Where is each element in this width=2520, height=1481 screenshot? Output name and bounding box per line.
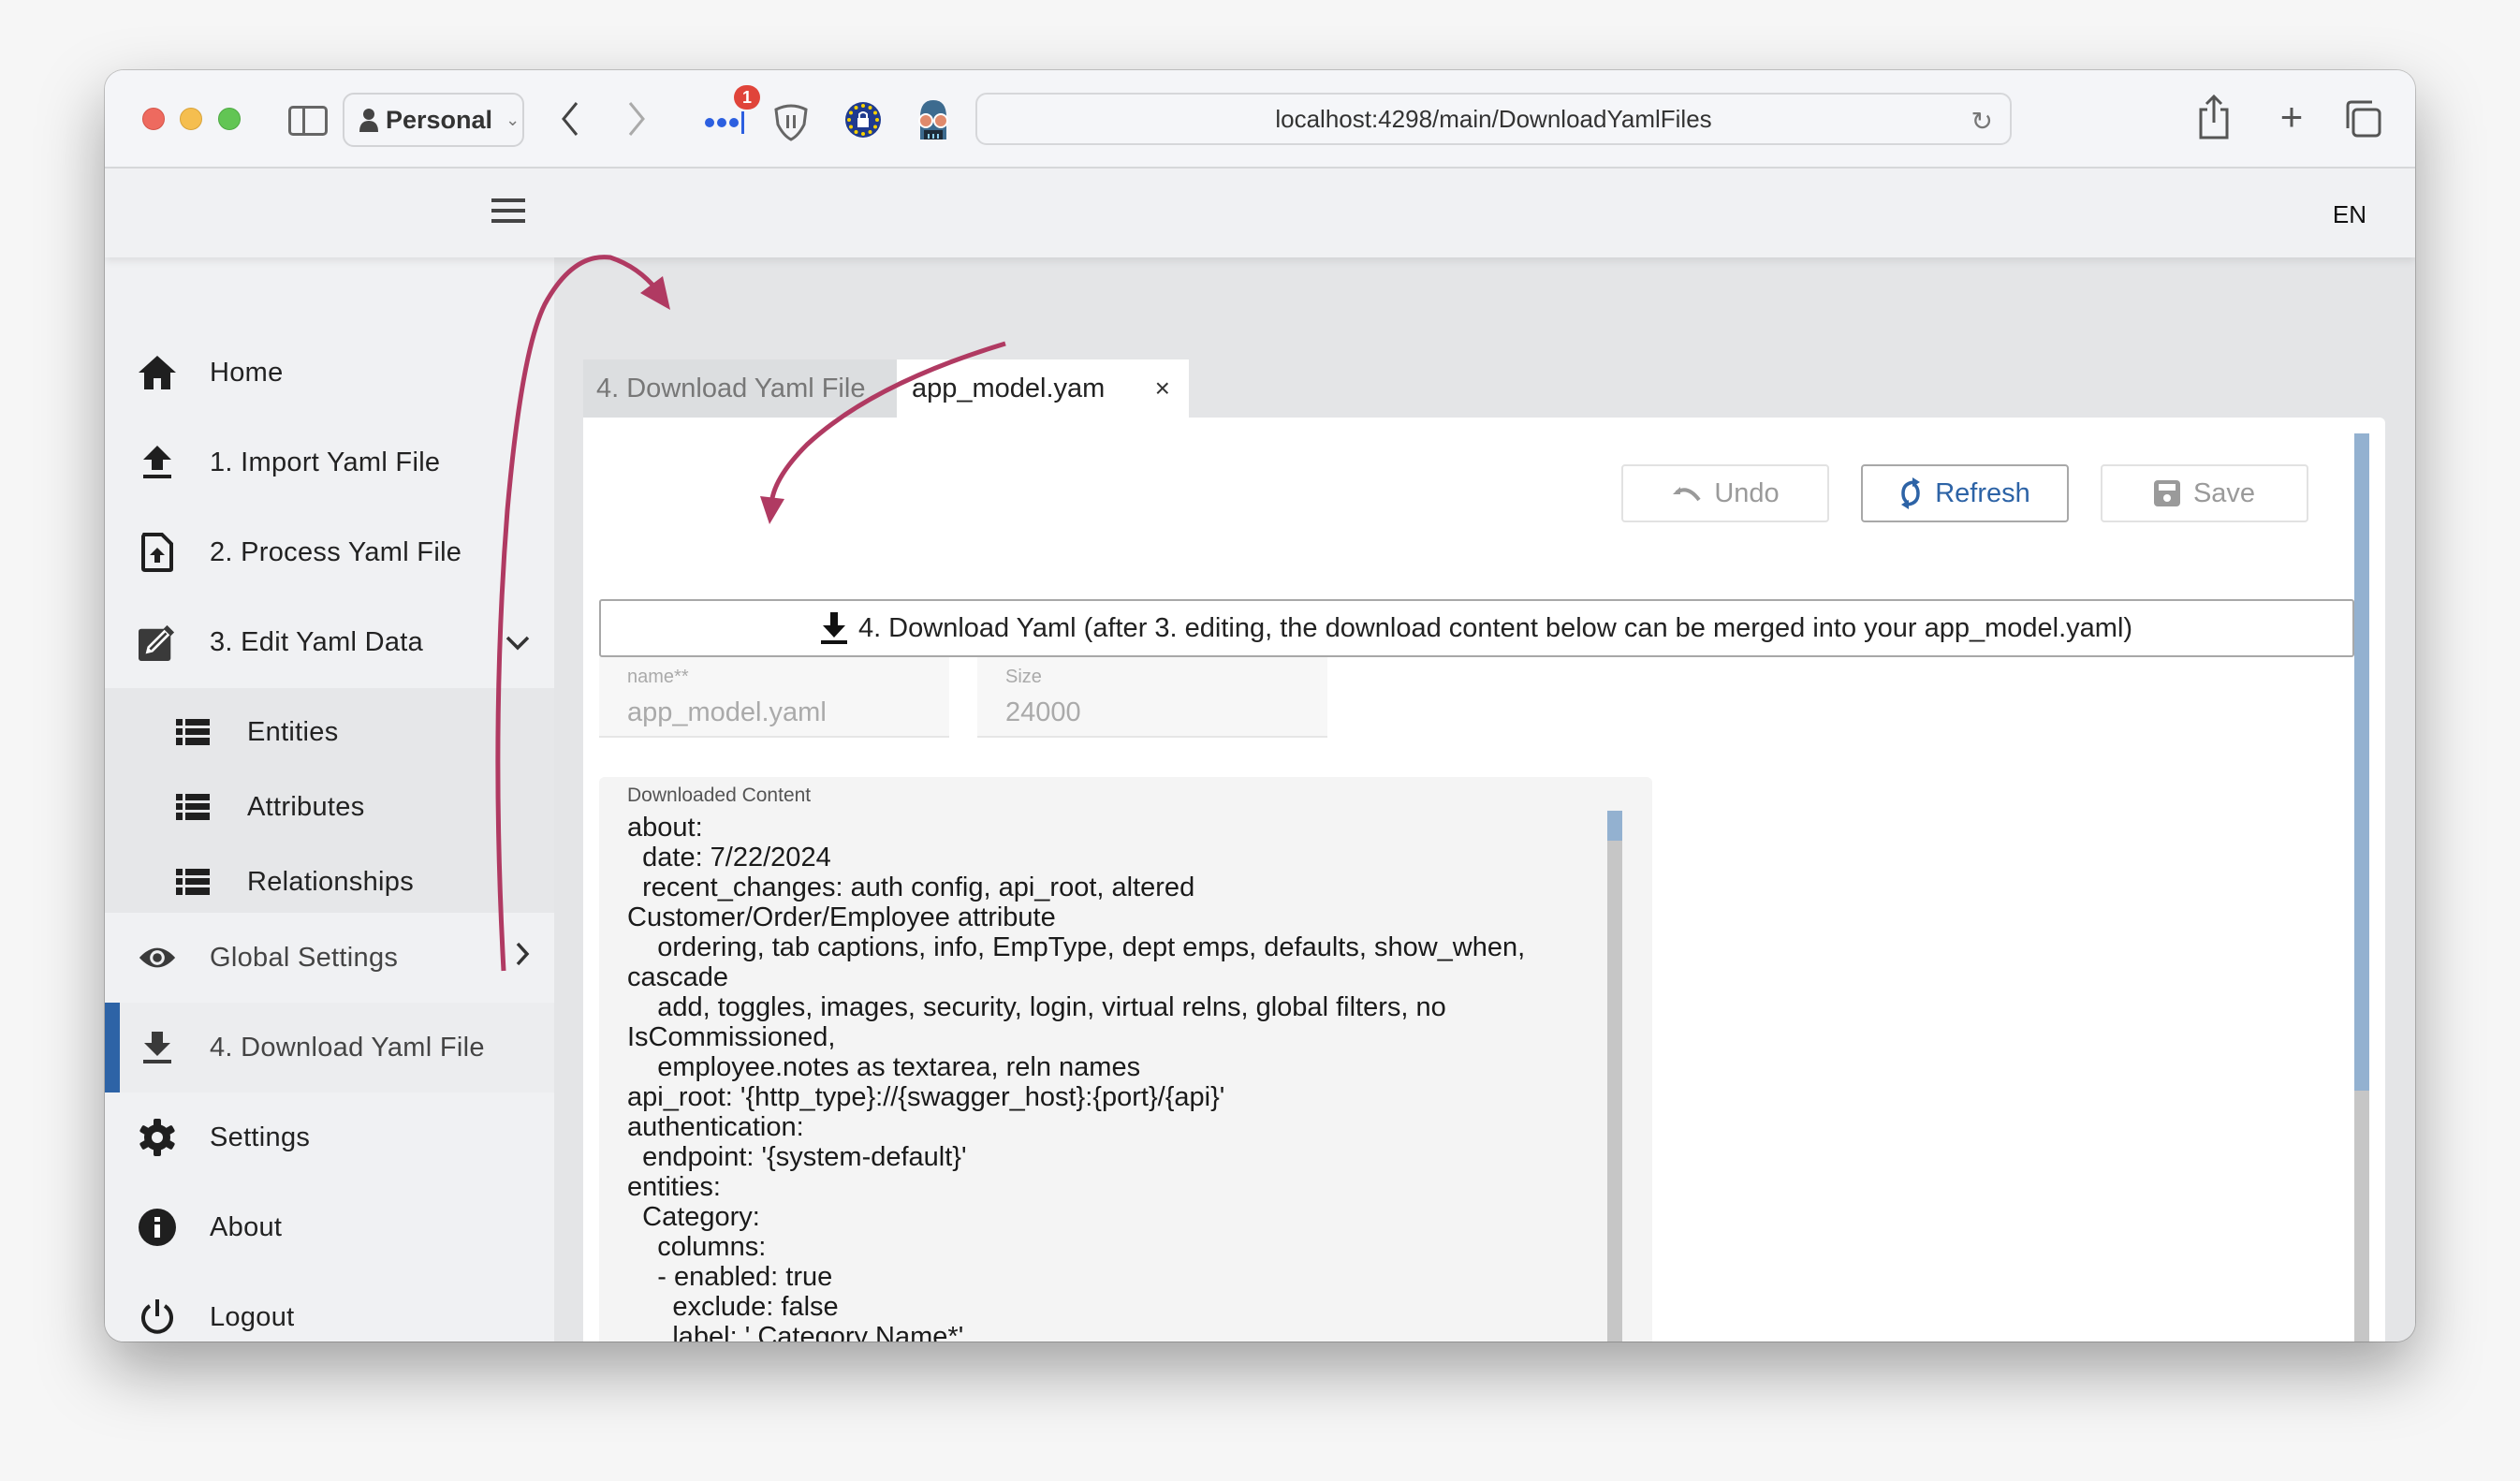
tab-download-yaml-file[interactable]: 4. Download Yaml File	[583, 359, 897, 418]
sidebar-item-about[interactable]: About	[105, 1182, 554, 1272]
maximize-window-button[interactable]	[218, 108, 241, 130]
save-icon	[2153, 480, 2180, 506]
chevron-down-icon: ⌄	[505, 110, 520, 129]
tab-label: app_model.yam	[912, 373, 1106, 403]
info-icon	[139, 1209, 176, 1246]
list-icon	[174, 713, 212, 751]
size-field-label: Size	[1005, 667, 1042, 687]
back-icon[interactable]	[556, 98, 584, 139]
panel-scrollbar[interactable]	[2354, 433, 2369, 1342]
sidebar-item-settings[interactable]: Settings	[105, 1092, 554, 1182]
browser-window: Personal ⌄ 1 localhost:4298/main/Downloa…	[105, 70, 2415, 1342]
sidebar-item-import-yaml[interactable]: 1. Import Yaml File	[105, 418, 554, 507]
sidebar-item-attributes[interactable]: Attributes	[105, 770, 554, 844]
gear-icon	[139, 1119, 176, 1156]
sidebar-item-process-yaml[interactable]: 2. Process Yaml File	[105, 507, 554, 597]
sidebar-item-global-settings[interactable]: Global Settings	[105, 913, 554, 1003]
upload-icon	[139, 444, 176, 481]
sidebar-item-entities[interactable]: Entities	[105, 695, 554, 770]
tab-label: 4. Download Yaml File	[596, 373, 866, 403]
close-icon[interactable]: ×	[1155, 374, 1170, 403]
main-content: 4. Download Yaml File app_model.yam × Un…	[554, 257, 2415, 1342]
shield-pause-icon[interactable]	[772, 102, 810, 141]
downloaded-content-text: about: date: 7/22/2024 recent_changes: a…	[627, 813, 1526, 1342]
person-icon	[359, 109, 378, 132]
refresh-button[interactable]: Refresh	[1861, 464, 2069, 522]
eu-lock-icon[interactable]	[844, 101, 882, 139]
sidebar-item-home[interactable]: Home	[105, 328, 554, 418]
textarea-scrollbar-thumb[interactable]	[1607, 811, 1622, 841]
minimize-window-button[interactable]	[180, 108, 202, 130]
eye-icon	[139, 939, 176, 976]
edit-icon	[139, 623, 176, 661]
app-header: EN	[105, 169, 2415, 257]
panel-scrollbar-thumb[interactable]	[2354, 433, 2369, 1091]
sidebar-item-label: About	[210, 1211, 283, 1242]
sidebar-toggle-icon[interactable]	[288, 106, 328, 136]
downloaded-content-textarea[interactable]: Downloaded Content about: date: 7/22/202…	[599, 777, 1652, 1342]
download-yaml-label: 4. Download Yaml (after 3. editing, the …	[857, 612, 2133, 643]
sidebar-item-label: Attributes	[247, 791, 365, 822]
sidebar: Home 1. Import Yaml File 2. Process Yaml…	[105, 257, 554, 1342]
extension-badge: 1	[734, 85, 760, 110]
forward-icon[interactable]	[623, 98, 651, 139]
sidebar-item-logout[interactable]: Logout	[105, 1272, 554, 1342]
sidebar-item-label: Relationships	[247, 866, 414, 897]
home-icon	[139, 354, 176, 391]
sidebar-item-label: Logout	[210, 1301, 295, 1332]
menu-icon[interactable]	[491, 198, 525, 223]
undo-button[interactable]: Undo	[1621, 464, 1829, 522]
save-button[interactable]: Save	[2101, 464, 2308, 522]
tab-overview-icon[interactable]	[2344, 100, 2381, 138]
tab-panel: Undo Refresh Save 4. Download Yaml (afte…	[583, 418, 2385, 1342]
share-icon[interactable]	[2197, 95, 2231, 139]
refresh-icon	[1901, 477, 1921, 509]
sidebar-item-label: Home	[210, 357, 284, 388]
size-field-value: 24000	[1005, 697, 1081, 727]
list-icon	[174, 788, 212, 826]
address-bar[interactable]: localhost:4298/main/DownloadYamlFiles ↻	[975, 93, 2012, 145]
chevron-right-icon	[515, 942, 530, 974]
name-field[interactable]: name** app_model.yaml	[599, 657, 949, 738]
power-icon	[139, 1298, 176, 1336]
password-manager-icon[interactable]	[704, 108, 751, 136]
sidebar-item-relationships[interactable]: Relationships	[105, 844, 554, 919]
language-selector[interactable]: EN	[2333, 200, 2366, 229]
profile-label: Personal	[386, 105, 493, 134]
tab-app-model-yaml[interactable]: app_model.yam ×	[897, 359, 1189, 418]
download-yaml-button[interactable]: 4. Download Yaml (after 3. editing, the …	[599, 599, 2354, 657]
sidebar-item-label: Global Settings	[210, 942, 399, 973]
file-upload-icon	[139, 533, 176, 572]
sidebar-item-label: 3. Edit Yaml Data	[210, 626, 424, 657]
sidebar-item-label: Settings	[210, 1122, 311, 1152]
new-tab-icon[interactable]: +	[2275, 95, 2308, 139]
sidebar-item-label: Entities	[247, 716, 339, 747]
save-label: Save	[2192, 477, 2256, 508]
browser-toolbar: Personal ⌄ 1 localhost:4298/main/Downloa…	[105, 70, 2415, 169]
sidebar-item-edit-yaml[interactable]: 3. Edit Yaml Data	[105, 597, 554, 687]
list-icon	[174, 863, 212, 901]
downloaded-content-label: Downloaded Content	[627, 784, 812, 806]
name-field-label: name**	[627, 667, 689, 687]
download-icon	[820, 612, 847, 644]
undo-icon	[1673, 487, 1701, 502]
mask-extension-icon[interactable]	[915, 98, 952, 139]
textarea-scrollbar[interactable]	[1607, 811, 1622, 1342]
profile-button[interactable]: Personal ⌄	[343, 93, 524, 147]
size-field[interactable]: Size 24000	[977, 657, 1327, 738]
sidebar-item-download-yaml[interactable]: 4. Download Yaml File	[105, 1003, 554, 1092]
reload-icon[interactable]: ↻	[1971, 106, 1993, 137]
download-icon	[139, 1029, 176, 1066]
url-text: localhost:4298/main/DownloadYamlFiles	[1275, 104, 1712, 133]
sidebar-item-label: 2. Process Yaml File	[210, 536, 462, 567]
close-window-button[interactable]	[142, 108, 165, 130]
undo-label: Undo	[1714, 477, 1780, 508]
refresh-label: Refresh	[1935, 477, 2030, 508]
chevron-down-icon	[505, 626, 530, 658]
sidebar-item-label: 1. Import Yaml File	[210, 447, 441, 477]
name-field-value: app_model.yaml	[627, 697, 827, 727]
sidebar-item-label: 4. Download Yaml File	[210, 1032, 485, 1063]
